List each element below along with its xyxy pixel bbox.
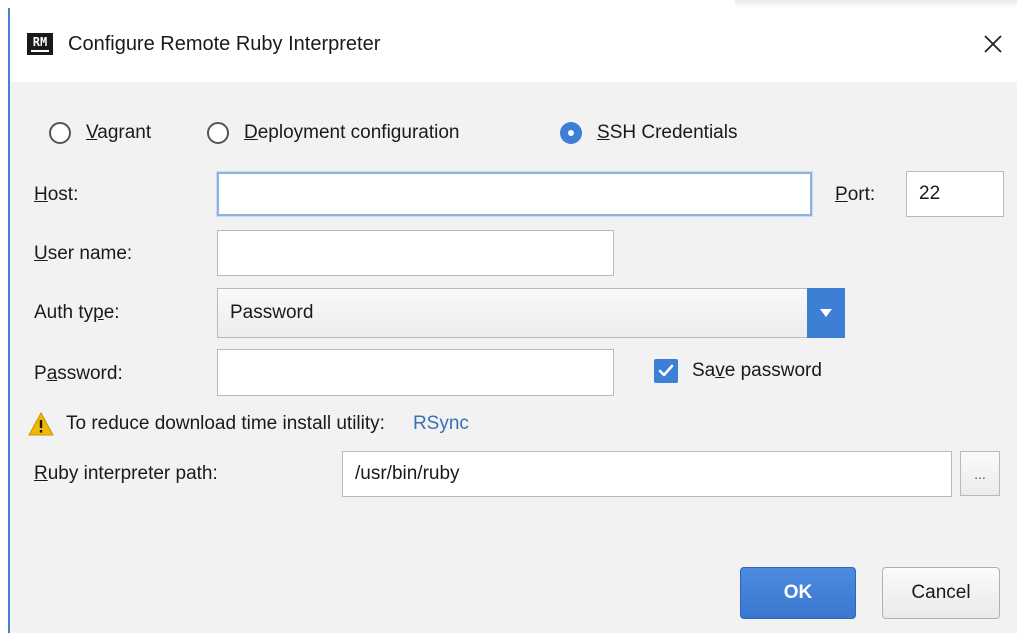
password-label: Password:: [34, 363, 123, 384]
ruby-path-input[interactable]: [342, 451, 952, 497]
radio-deployment-indicator: [207, 122, 229, 144]
close-button[interactable]: [977, 28, 1009, 60]
radio-vagrant-label: Vagrant: [86, 122, 152, 143]
close-icon: [984, 35, 1002, 53]
save-password-label: Save password: [692, 360, 822, 381]
checkbox-checked-icon: [654, 359, 678, 383]
configure-remote-ruby-dialog: RM Configure Remote Ruby Interpreter Vag…: [8, 8, 1017, 633]
background-window-content: [735, 0, 1017, 8]
user-name-label: User name:: [34, 243, 133, 264]
port-input[interactable]: [906, 171, 1004, 217]
ruby-path-label: Ruby interpreter path:: [34, 463, 218, 484]
radio-deployment-configuration[interactable]: Deployment configuration: [207, 120, 459, 146]
auth-type-selected-value: Password: [230, 302, 314, 323]
radio-vagrant[interactable]: Vagrant: [49, 120, 151, 146]
rsync-link[interactable]: RSync: [413, 411, 469, 437]
browse-button[interactable]: ...: [960, 451, 1000, 496]
ok-button[interactable]: OK: [740, 567, 856, 619]
radio-ssh-label: SSH Credentials: [597, 122, 738, 143]
radio-ssh-indicator: [560, 122, 582, 144]
radio-vagrant-indicator: [49, 122, 71, 144]
warning-text: To reduce download time install utility:: [66, 413, 385, 434]
rubymine-logo-icon: RM: [27, 33, 53, 55]
password-input[interactable]: [217, 349, 614, 396]
user-name-input[interactable]: [217, 230, 614, 276]
rsync-warning: To reduce download time install utility:…: [28, 411, 469, 437]
dialog-titlebar: RM Configure Remote Ruby Interpreter: [10, 8, 1017, 82]
warning-icon: [28, 412, 54, 436]
dialog-title: Configure Remote Ruby Interpreter: [68, 33, 381, 55]
host-input[interactable]: [217, 172, 812, 216]
cancel-button[interactable]: Cancel: [882, 567, 1000, 619]
radio-deployment-label: Deployment configuration: [244, 122, 460, 143]
auth-type-label: Auth type:: [34, 302, 120, 323]
port-label: Port:: [835, 184, 876, 205]
radio-ssh-credentials[interactable]: SSH Credentials: [560, 120, 737, 146]
auth-type-select[interactable]: Password: [217, 288, 845, 338]
save-password-checkbox[interactable]: Save password: [654, 358, 822, 384]
dropdown-arrow-icon[interactable]: [807, 288, 845, 338]
host-label: Host:: [34, 184, 79, 205]
